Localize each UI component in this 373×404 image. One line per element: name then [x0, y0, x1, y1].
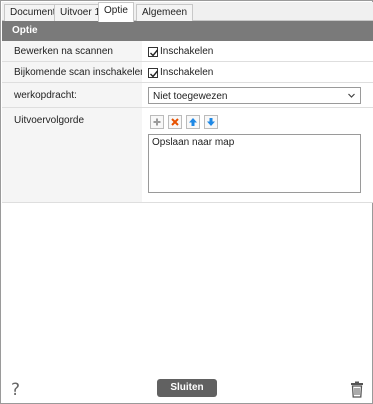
tab-document[interactable]: Document: [4, 4, 62, 21]
section-title: Optie: [12, 25, 38, 36]
row-additional-scan: Bijkomende scan inschakelen Inschakelen: [2, 62, 373, 83]
row-workflow: werkopdracht: Niet toegewezen: [2, 83, 373, 108]
workflow-select[interactable]: Niet toegewezen: [148, 87, 361, 104]
output-order-field: Opslaan naar map: [142, 108, 373, 202]
output-order-toolbar: [150, 115, 218, 129]
options-panel: Bewerken na scannen Inschakelen Bijkomen…: [2, 41, 373, 203]
options-dialog: Document Uitvoer 1 Optie Algemeen Optie …: [0, 0, 373, 404]
trash-icon[interactable]: [350, 381, 364, 401]
edit-after-scan-field: Inschakelen: [142, 41, 373, 61]
arrow-up-icon: [189, 118, 197, 126]
help-icon[interactable]: ?: [11, 380, 20, 400]
section-header: Optie: [2, 21, 373, 41]
row-output-order: Uitvoervolgorde Opslaan naar map: [2, 108, 373, 203]
chevron-down-icon: [347, 91, 356, 103]
list-item[interactable]: Opslaan naar map: [152, 137, 357, 148]
additional-scan-label: Bijkomende scan inschakelen: [14, 67, 146, 78]
move-up-button[interactable]: [186, 115, 200, 129]
add-button[interactable]: [150, 115, 164, 129]
edit-after-scan-label: Bewerken na scannen: [14, 46, 113, 57]
additional-scan-field: Inschakelen: [142, 62, 373, 82]
edit-after-scan-checkbox[interactable]: Inschakelen: [148, 46, 213, 57]
delete-button[interactable]: [168, 115, 182, 129]
arrow-down-icon: [207, 118, 215, 126]
delete-icon: [171, 118, 179, 126]
tab-bar: Document Uitvoer 1 Optie Algemeen: [2, 2, 373, 22]
output-order-list[interactable]: Opslaan naar map: [148, 134, 361, 193]
additional-scan-checkbox[interactable]: Inschakelen: [148, 67, 213, 78]
plus-icon: [153, 118, 161, 126]
row-edit-after-scan: Bewerken na scannen Inschakelen: [2, 41, 373, 62]
checkbox-checked-icon: [148, 67, 159, 78]
workflow-field: Niet toegewezen: [142, 83, 373, 107]
close-button[interactable]: Sluiten: [157, 379, 217, 397]
workflow-label: werkopdracht:: [14, 90, 77, 101]
additional-scan-checkbox-label: Inschakelen: [160, 67, 214, 78]
output-order-label: Uitvoervolgorde: [14, 115, 85, 126]
tab-option[interactable]: Optie: [98, 2, 134, 22]
workflow-selected-value: Niet toegewezen: [153, 91, 228, 102]
move-down-button[interactable]: [204, 115, 218, 129]
tab-general[interactable]: Algemeen: [136, 4, 194, 21]
edit-after-scan-checkbox-label: Inschakelen: [160, 46, 214, 57]
checkbox-checked-icon: [148, 46, 159, 57]
